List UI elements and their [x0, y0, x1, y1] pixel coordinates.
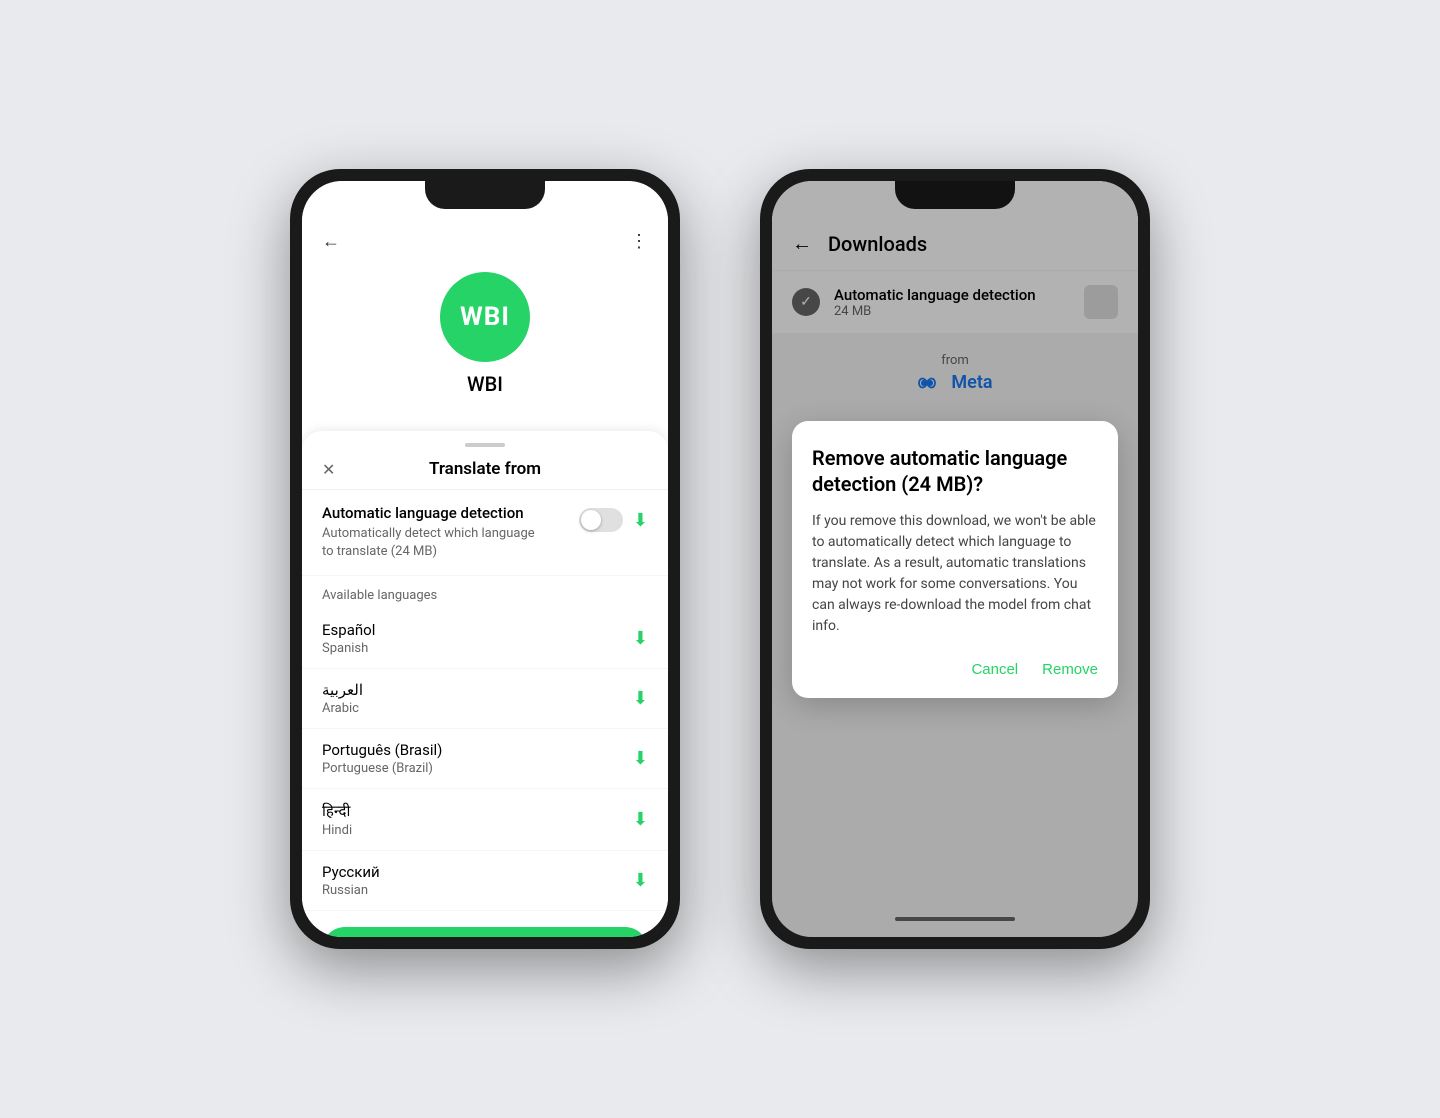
wbi-header: ← ⋮ WBI WBI — [302, 181, 668, 431]
phone-1-notch — [425, 181, 545, 209]
available-languages-label: Available languages — [302, 576, 668, 609]
lang-text-spanish: Español Spanish — [322, 621, 375, 656]
wbi-logo: WBI — [440, 272, 530, 362]
lang-text-arabic: العربية Arabic — [322, 681, 363, 716]
lang-row-hindi[interactable]: हिन्दी Hindi ⬇ — [302, 789, 668, 851]
dialog-title: Remove automatic language detection (24 … — [812, 445, 1098, 497]
lang-text-hindi: हिन्दी Hindi — [322, 801, 352, 838]
sheet-title: Translate from — [429, 459, 541, 479]
wbi-nav: ← ⋮ — [322, 231, 648, 252]
lang-sub-russian: Russian — [322, 883, 380, 898]
dialog-buttons: Cancel Remove — [812, 657, 1098, 682]
lang-name-arabic: العربية — [322, 681, 363, 699]
lang-sub-hindi: Hindi — [322, 823, 352, 838]
phones-container: ← ⋮ WBI WBI ✕ Translate from — [250, 129, 1190, 989]
back-button[interactable]: ← — [322, 231, 340, 252]
lang-text-portuguese: Português (Brasil) Portuguese (Brazil) — [322, 741, 442, 776]
auto-detect-download-icon[interactable]: ⬇ — [633, 510, 648, 531]
lang-sub-spanish: Spanish — [322, 641, 375, 656]
lang-name-russian: Русский — [322, 863, 380, 881]
auto-detect-toggle[interactable] — [579, 508, 623, 532]
phone-2-content: ← Downloads ✓ Automatic language detecti… — [772, 181, 1138, 937]
download-icon-arabic[interactable]: ⬇ — [633, 688, 648, 709]
auto-detect-row: Automatic language detection Automatical… — [302, 490, 668, 576]
phone-1: ← ⋮ WBI WBI ✕ Translate from — [290, 169, 680, 949]
auto-detect-description: Automatically detect which language to t… — [322, 525, 542, 561]
download-icon-portuguese[interactable]: ⬇ — [633, 748, 648, 769]
lang-name-hindi: हिन्दी — [322, 801, 352, 821]
phone-1-screen: ← ⋮ WBI WBI ✕ Translate from — [302, 181, 668, 937]
phone-2-screen: ← Downloads ✓ Automatic language detecti… — [772, 181, 1138, 937]
dialog-remove-button[interactable]: Remove — [1042, 657, 1098, 682]
wbi-app-title: WBI — [467, 372, 503, 396]
dialog-overlay: Remove automatic language detection (24 … — [772, 181, 1138, 937]
auto-detect-text: Automatic language detection Automatical… — [322, 504, 542, 561]
lang-sub-portuguese: Portuguese (Brazil) — [322, 761, 442, 776]
download-icon-spanish[interactable]: ⬇ — [633, 628, 648, 649]
continue-button[interactable]: Continue — [322, 927, 648, 937]
download-icon-russian[interactable]: ⬇ — [633, 870, 648, 891]
lang-sub-arabic: Arabic — [322, 701, 363, 716]
languages-list: Español Spanish ⬇ العربية Arabic ⬇ — [302, 609, 668, 911]
lang-name-spanish: Español — [322, 621, 375, 639]
lang-row-spanish[interactable]: Español Spanish ⬇ — [302, 609, 668, 669]
lang-row-portuguese[interactable]: Português (Brasil) Portuguese (Brazil) ⬇ — [302, 729, 668, 789]
remove-dialog: Remove automatic language detection (24 … — [792, 421, 1118, 698]
auto-detect-actions: ⬇ — [579, 504, 648, 532]
lang-row-arabic[interactable]: العربية Arabic ⬇ — [302, 669, 668, 729]
phone-1-content: ← ⋮ WBI WBI ✕ Translate from — [302, 181, 668, 937]
lang-name-portuguese: Português (Brasil) — [322, 741, 442, 759]
dialog-body: If you remove this download, we won't be… — [812, 511, 1098, 637]
download-icon-hindi[interactable]: ⬇ — [633, 809, 648, 830]
auto-detect-title: Automatic language detection — [322, 504, 542, 522]
sheet-close-button[interactable]: ✕ — [322, 460, 335, 479]
translate-bottom-sheet: ✕ Translate from Automatic language dete… — [302, 431, 668, 937]
more-button[interactable]: ⋮ — [630, 231, 648, 252]
lang-text-russian: Русский Russian — [322, 863, 380, 898]
sheet-header: ✕ Translate from — [302, 447, 668, 490]
lang-row-russian[interactable]: Русский Russian ⬇ — [302, 851, 668, 911]
phone-2: ← Downloads ✓ Automatic language detecti… — [760, 169, 1150, 949]
dialog-cancel-button[interactable]: Cancel — [971, 657, 1018, 682]
